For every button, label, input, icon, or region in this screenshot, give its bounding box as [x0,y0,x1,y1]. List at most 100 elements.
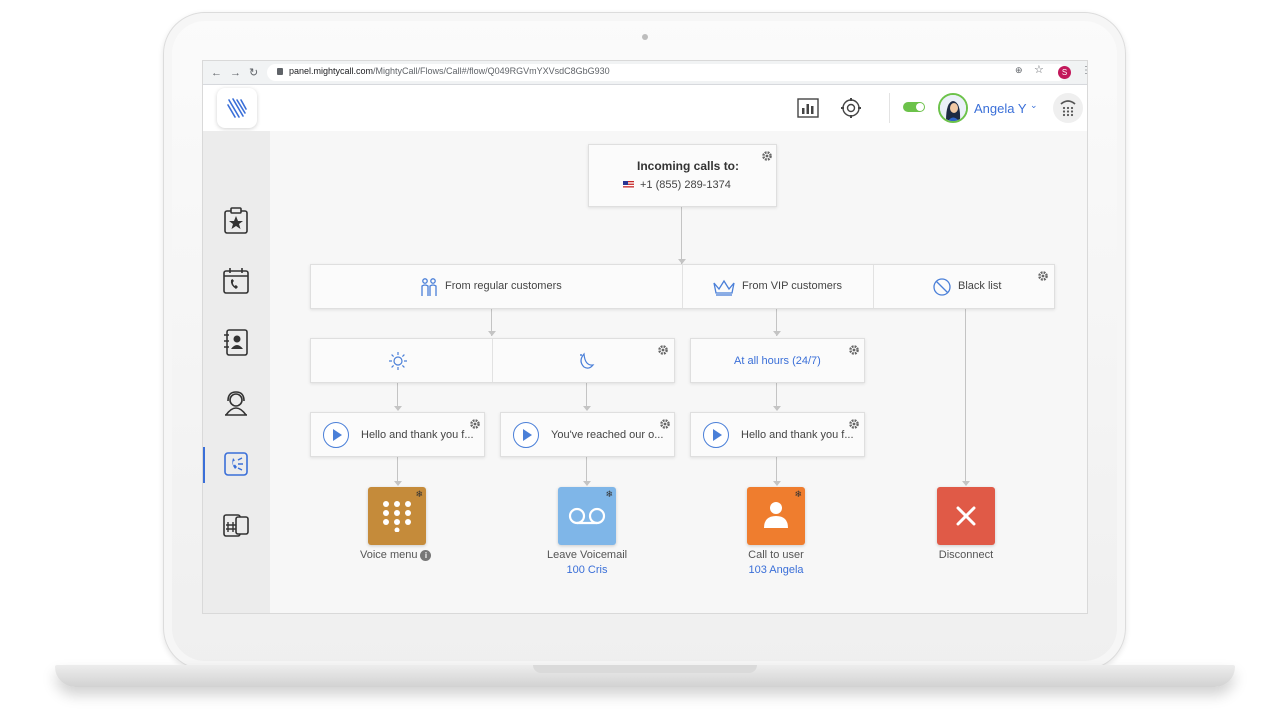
greeting-text: You've reached our o... [551,429,664,441]
sidebar-item-contacts[interactable] [221,327,251,357]
branch-regular-label[interactable]: From regular customers [445,280,562,292]
user-name[interactable]: Angela Y [974,101,1027,116]
snowflake-icon: ❄ [415,489,423,499]
gear-icon[interactable] [761,150,773,162]
schedule-vip-label[interactable]: At all hours (24/7) [734,355,821,367]
disconnect-label: Disconnect [938,549,994,561]
laptop-camera [642,34,648,40]
mightycall-logo[interactable] [217,88,257,128]
connector-arrow [773,331,781,336]
sidebar-item-agents[interactable] [221,388,251,418]
connector-line [397,457,398,483]
header-divider [889,93,890,123]
call-flow-icon [224,452,248,476]
logo-icon [227,98,247,118]
connector-arrow [583,406,591,411]
connector-arrow [773,481,781,486]
dialpad-button[interactable] [1053,93,1083,123]
connector-line [965,309,966,481]
forward-button[interactable]: → [230,65,241,81]
snowflake-icon: ❄ [605,489,613,499]
browser-toolbar: ← → ↻ panel.mightycall.com/MightyCall/Fl… [203,61,1087,85]
sidebar-active-indicator [203,447,205,483]
voice-menu-label: Voice menu i [360,549,432,561]
call-to-user-label: Call to user [748,549,804,561]
chevron-down-icon[interactable]: ⌄ [1030,100,1038,111]
branch-vip-label[interactable]: From VIP customers [742,280,842,292]
snowflake-icon: ❄ [794,489,802,499]
sidebar-item-numbers[interactable] [221,510,251,540]
greeting-card[interactable]: Hello and thank you f... [310,412,485,457]
app-header: Angela Y ⌄ [203,85,1087,131]
gear-icon[interactable] [848,418,860,430]
sidebar-item-dashboard[interactable] [221,206,251,236]
phone-number-icon [223,514,249,537]
settings-gear-icon[interactable] [840,97,862,119]
connector-line [586,457,587,483]
connector-arrow [962,481,970,486]
browser-profile-avatar[interactable]: S [1058,66,1071,79]
keypad-icon [383,501,411,532]
play-icon[interactable] [513,422,539,448]
branch-divider [873,265,874,308]
gear-icon[interactable] [469,418,481,430]
connector-arrow [583,481,591,486]
greeting-card[interactable]: Hello and thank you f... [690,412,865,457]
calendar-phone-icon [223,268,249,294]
back-button[interactable]: ← [211,65,222,81]
connector-line [681,207,682,264]
schedule-card-vip[interactable]: At all hours (24/7) [690,338,865,383]
gear-icon[interactable] [1037,270,1049,282]
connector-line [776,457,777,483]
sidebar-item-calls[interactable] [221,266,251,296]
sidebar-nav [203,131,270,613]
gear-icon[interactable] [848,344,860,356]
greeting-card[interactable]: You've reached our o... [500,412,675,457]
lock-icon [277,68,283,75]
browser-menu-icon[interactable]: ⋮ [1081,65,1087,76]
info-icon[interactable]: i [420,549,432,561]
connector-arrow [773,406,781,411]
gear-icon[interactable] [657,344,669,356]
connector-arrow [394,406,402,411]
contacts-book-icon [224,329,248,356]
branch-bar: From regular customers From VIP customer… [310,264,1055,309]
crown-icon [713,279,735,296]
voicemail-icon [568,507,606,525]
schedule-divider [492,339,493,382]
branch-blacklist-label[interactable]: Black list [958,280,1001,292]
agent-headset-icon [225,391,247,416]
sun-icon[interactable] [388,351,408,371]
moon-icon[interactable] [575,351,595,371]
connector-arrow [488,331,496,336]
close-icon [956,506,976,526]
call-to-user-target[interactable]: 103 Angela [736,564,816,576]
greeting-text: Hello and thank you f... [361,429,474,441]
incoming-phone-number: +1 (855) 289-1374 [640,179,731,191]
play-icon[interactable] [323,422,349,448]
sidebar-item-call-flows[interactable] [221,449,251,479]
call-flow-canvas: Incoming calls to: +1 (855) 289-1374 Fro… [270,131,1087,613]
schedule-card-regular [310,338,675,383]
gear-icon[interactable] [659,418,671,430]
phone-dialpad-icon [1060,100,1076,117]
zoom-icon[interactable]: ⊕ [1015,65,1023,76]
incoming-calls-title: Incoming calls to: [637,159,740,173]
voice-menu-tile[interactable]: ❄ [368,487,426,545]
statistics-icon[interactable] [797,98,819,118]
call-to-user-tile[interactable]: ❄ [747,487,805,545]
leave-voicemail-tile[interactable]: ❄ [558,487,616,545]
status-toggle[interactable] [903,102,925,112]
greeting-text: Hello and thank you f... [741,429,854,441]
bookmark-star-icon[interactable]: ☆ [1034,63,1044,76]
play-icon[interactable] [703,422,729,448]
voicemail-target[interactable]: 100 Cris [547,564,627,576]
leave-voicemail-label: Leave Voicemail [547,549,628,561]
address-bar[interactable]: panel.mightycall.com/MightyCall/Flows/Ca… [267,64,1067,81]
avatar[interactable] [938,93,968,123]
reload-button[interactable]: ↻ [249,65,258,81]
incoming-calls-card[interactable]: Incoming calls to: +1 (855) 289-1374 [588,144,777,207]
user-portrait-icon [940,95,966,121]
disconnect-tile[interactable] [937,487,995,545]
user-icon [764,502,788,528]
